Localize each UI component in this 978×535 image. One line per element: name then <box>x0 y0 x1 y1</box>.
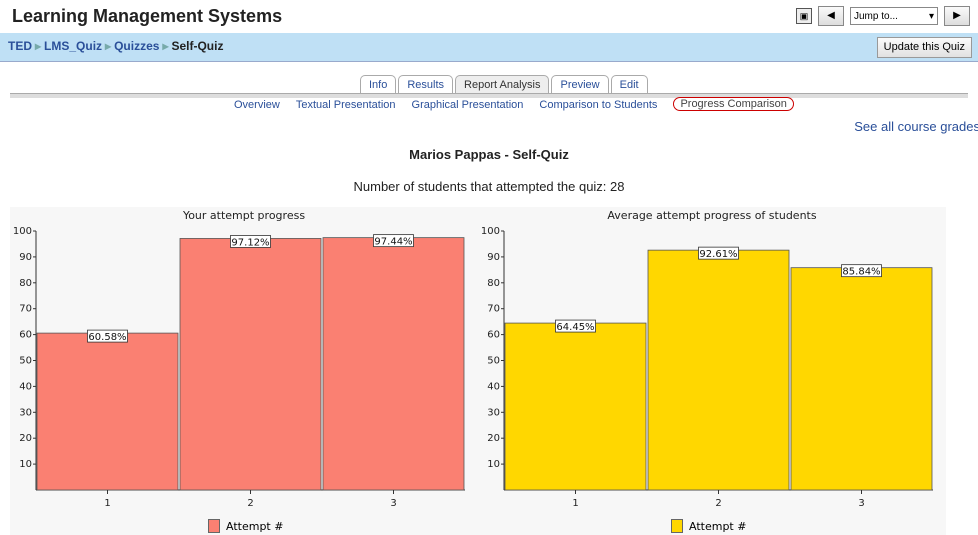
y-tick-label: 70 <box>19 304 32 315</box>
y-tick-label: 100 <box>13 226 32 237</box>
y-tick-label: 50 <box>19 356 32 367</box>
update-quiz-button[interactable]: Update this Quiz <box>876 37 972 58</box>
chart-your-progress: Your attempt progress 10 20 30 40 50 60 70 80 90… <box>10 207 478 535</box>
legend-swatch <box>208 519 220 533</box>
y-tick-label: 80 <box>19 278 32 289</box>
y-tick-label: 20 <box>487 433 500 444</box>
legend-label: Attempt # <box>689 519 747 533</box>
y-tick-label: 10 <box>19 459 32 470</box>
document-icon[interactable]: ▣ <box>796 8 812 24</box>
x-tick-label: 2 <box>715 498 721 509</box>
breadcrumb-lms-quiz[interactable]: LMS_Quiz <box>44 39 102 53</box>
data-label: 85.84% <box>842 267 880 278</box>
legend-label: Attempt # <box>226 519 284 533</box>
y-tick-label: 30 <box>19 407 32 418</box>
tab-preview[interactable]: Preview <box>551 75 609 94</box>
tab-info[interactable]: Info <box>360 75 397 94</box>
breadcrumb-quizzes[interactable]: Quizzes <box>114 39 159 53</box>
x-tick-label: 1 <box>572 498 578 509</box>
chevron-down-icon: ▾ <box>928 11 934 22</box>
y-tick-label: 60 <box>19 330 32 341</box>
y-tick-label: 90 <box>19 252 32 263</box>
bar <box>179 238 322 491</box>
y-tick-label: 40 <box>487 381 500 392</box>
breadcrumb-self-quiz: Self-Quiz <box>171 39 224 53</box>
y-tick-label: 100 <box>481 226 500 237</box>
data-label: 64.45% <box>556 322 594 333</box>
data-label: 97.44% <box>374 237 412 248</box>
see-all-grades-link[interactable]: See all course grades <box>854 119 978 134</box>
y-tick-label: 30 <box>487 407 500 418</box>
y-tick-label: 90 <box>487 252 500 263</box>
chart-svg: 10 20 30 40 50 60 70 80 90 100 1 60.58% 2 97.12% 3 97.4… <box>13 226 465 509</box>
data-label: 97.12% <box>231 237 269 248</box>
legend-swatch <box>671 519 683 533</box>
navbar: TED ▸ LMS_Quiz ▸ Quizzes ▸ Self-Quiz Update th… <box>0 33 978 62</box>
jump-to-select[interactable]: Jump to... ▾ <box>850 7 938 25</box>
attempt-count: Number of students that attempted the qu… <box>353 179 625 194</box>
y-tick-label: 20 <box>19 433 32 444</box>
tab-report-analysis[interactable]: Report Analysis <box>455 75 550 94</box>
chart-legend: Attempt # <box>671 519 746 533</box>
subtab-comparison-to-students[interactable]: Comparison to Students <box>539 99 657 111</box>
data-label: 92.61% <box>699 249 737 260</box>
tab-results[interactable]: Results <box>398 75 454 94</box>
bar <box>504 322 647 491</box>
bar <box>647 249 790 491</box>
jump-to-label: Jump to... <box>854 11 898 22</box>
bar <box>36 332 179 491</box>
chart-svg: 10 20 30 40 50 60 70 80 90 100 1 64.45% 2 92.61% 3 85.8… <box>481 226 933 509</box>
tab-divider <box>10 93 968 98</box>
quiz-heading: Marios Pappas - Self-Quiz <box>409 147 569 162</box>
x-tick-label: 3 <box>390 498 396 509</box>
data-label: 60.58% <box>88 332 126 343</box>
y-tick-label: 80 <box>487 278 500 289</box>
x-tick-label: 1 <box>104 498 110 509</box>
top-navigation: ▣ ◀ Jump to... ▾ ▶ <box>796 6 970 26</box>
x-tick-label: 3 <box>858 498 864 509</box>
subtab-overview[interactable]: Overview <box>234 99 280 111</box>
y-tick-label: 60 <box>487 330 500 341</box>
y-tick-label: 40 <box>19 381 32 392</box>
subtab-progress-comparison[interactable]: Progress Comparison <box>673 97 794 111</box>
bar <box>322 237 465 491</box>
bar <box>790 267 933 491</box>
chart-average-progress: Average attempt progress of students 10 2… <box>478 207 946 535</box>
subtab-graphical-presentation[interactable]: Graphical Presentation <box>412 99 524 111</box>
y-tick-label: 70 <box>487 304 500 315</box>
x-tick-label: 2 <box>247 498 253 509</box>
subtab-textual-presentation[interactable]: Textual Presentation <box>296 99 396 111</box>
tab-bar: Info Results Report Analysis Preview Edi… <box>360 75 648 94</box>
y-tick-label: 10 <box>487 459 500 470</box>
chart-legend: Attempt # <box>208 519 283 533</box>
tab-edit[interactable]: Edit <box>610 75 648 94</box>
breadcrumb: TED ▸ LMS_Quiz ▸ Quizzes ▸ Self-Quiz <box>8 39 224 53</box>
previous-button[interactable]: ◀ <box>818 6 844 26</box>
subtab-bar: Overview Textual Presentation Graphical … <box>234 97 794 111</box>
y-tick-label: 50 <box>487 356 500 367</box>
next-button[interactable]: ▶ <box>944 6 970 26</box>
page-title: Learning Management Systems <box>12 6 283 26</box>
breadcrumb-ted[interactable]: TED <box>8 39 32 53</box>
